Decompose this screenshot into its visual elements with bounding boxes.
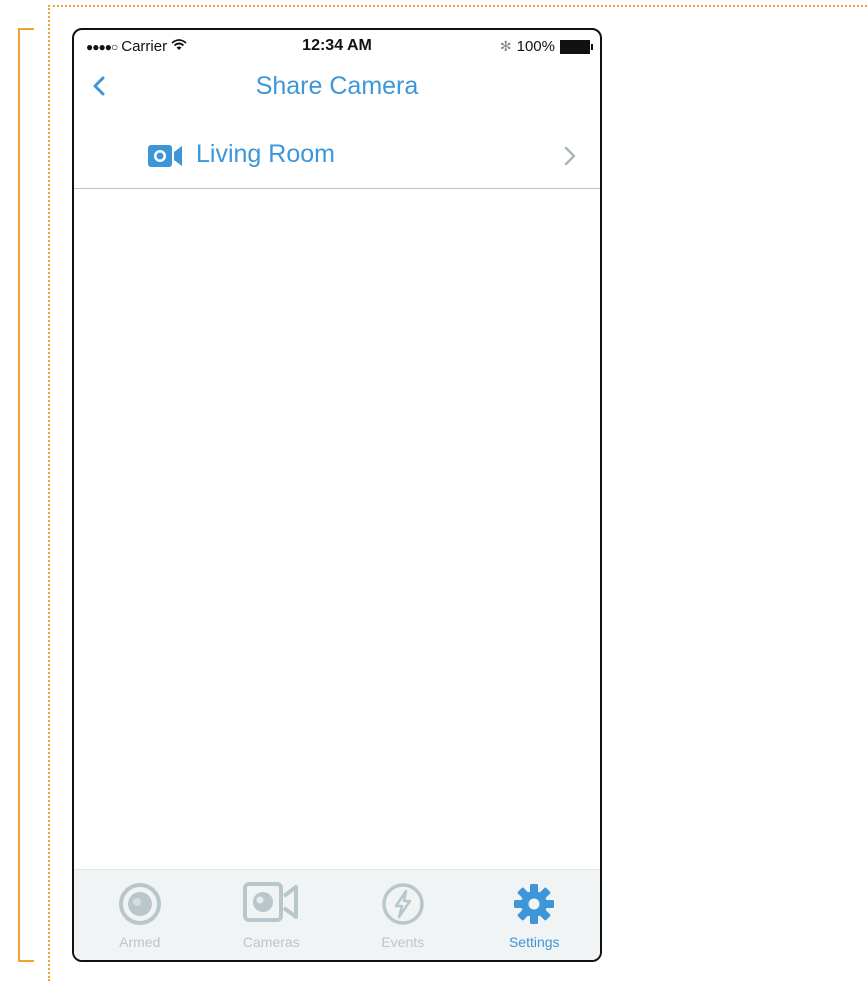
battery-percent: 100% xyxy=(516,38,555,55)
status-right: ✻ 100% xyxy=(499,38,593,55)
tab-cameras[interactable]: Cameras xyxy=(206,870,338,960)
page-title: Share Camera xyxy=(255,72,419,100)
tab-label: Events xyxy=(381,934,425,950)
tab-label: Cameras xyxy=(242,934,300,950)
annotation-guide-top xyxy=(48,5,867,7)
status-bar: ●●●●○ Carrier 12:34 AM ✻ 100% xyxy=(74,30,600,64)
camera-icon xyxy=(147,144,183,173)
camera-icon xyxy=(243,882,299,929)
tab-label: Settings xyxy=(508,934,560,950)
gear-icon xyxy=(512,882,556,931)
navigation-bar: Share Camera xyxy=(74,64,600,108)
tab-events[interactable]: Events xyxy=(337,870,469,960)
tab-settings[interactable]: Settings xyxy=(469,870,601,960)
chevron-right-icon xyxy=(564,146,576,171)
bolt-icon xyxy=(381,882,425,931)
armed-icon xyxy=(118,882,162,931)
bluetooth-icon: ✻ xyxy=(499,38,512,54)
battery-icon xyxy=(560,39,593,54)
phone-frame: ●●●●○ Carrier 12:34 AM ✻ 100% Share Came… xyxy=(72,28,602,962)
camera-name: Living Room xyxy=(196,140,335,168)
tab-armed[interactable]: Armed xyxy=(74,870,206,960)
annotation-bracket xyxy=(18,28,34,962)
annotation-guide-left xyxy=(48,5,50,981)
tab-bar: Armed Cameras Events Settings xyxy=(74,869,600,960)
camera-list-item-living-room[interactable]: Living Room xyxy=(74,120,600,189)
tab-label: Armed xyxy=(119,934,161,950)
